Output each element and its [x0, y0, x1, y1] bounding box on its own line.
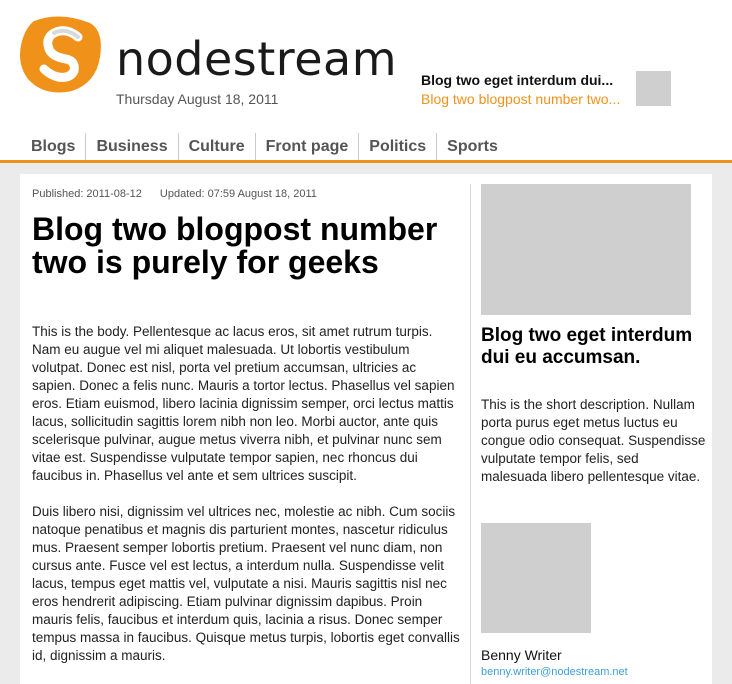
current-date: Thursday August 18, 2011	[116, 91, 279, 107]
article-title: Blog two blogpost number two is purely f…	[32, 211, 438, 280]
header-teaser: Blog two eget interdum dui... Blog two b…	[421, 71, 631, 109]
article-paragraph: Duis libero nisi, dignissim vel ultrices…	[32, 504, 460, 663]
nav-item-culture[interactable]: Culture	[177, 133, 255, 161]
published-date: Published: 2011-08-12	[32, 188, 142, 200]
author-email-link[interactable]: benny.writer@nodestream.net	[481, 666, 628, 678]
sidebar-image[interactable]	[481, 184, 691, 315]
author-avatar	[481, 523, 591, 633]
sidebar-title[interactable]: Blog two eget interdum dui eu accumsan.	[481, 325, 701, 369]
updated-date: Updated: 07:59 August 18, 2011	[159, 188, 317, 200]
teaser-thumbnail[interactable]	[636, 71, 671, 106]
article-body: This is the body. Pellentesque ac lacus …	[32, 323, 462, 683]
article-paragraph: This is the body. Pellentesque ac lacus …	[32, 324, 455, 483]
site-logo-text[interactable]: nodestream	[116, 36, 397, 82]
nav-item-front-page[interactable]: Front page	[254, 133, 359, 161]
nodestream-logo-icon[interactable]	[20, 15, 102, 93]
nav-item-blogs[interactable]: Blogs	[20, 133, 85, 161]
article-meta: Published: 2011-08-12 Updated: 07:59 Augu…	[32, 188, 317, 200]
author-name: Benny Writer	[481, 647, 562, 663]
teaser-title[interactable]: Blog two eget interdum dui...	[421, 71, 631, 90]
site-header: nodestream Thursday August 18, 2011 Blog…	[0, 0, 732, 163]
main-navigation: Blogs Business Culture Front page Politi…	[20, 133, 508, 161]
column-divider	[470, 184, 471, 684]
nav-item-sports[interactable]: Sports	[436, 133, 508, 161]
sidebar-description: This is the short description. Nullam po…	[481, 397, 706, 484]
teaser-link[interactable]: Blog two blogpost number two...	[421, 90, 631, 109]
nav-item-politics[interactable]: Politics	[358, 133, 436, 161]
nav-item-business[interactable]: Business	[85, 133, 177, 161]
